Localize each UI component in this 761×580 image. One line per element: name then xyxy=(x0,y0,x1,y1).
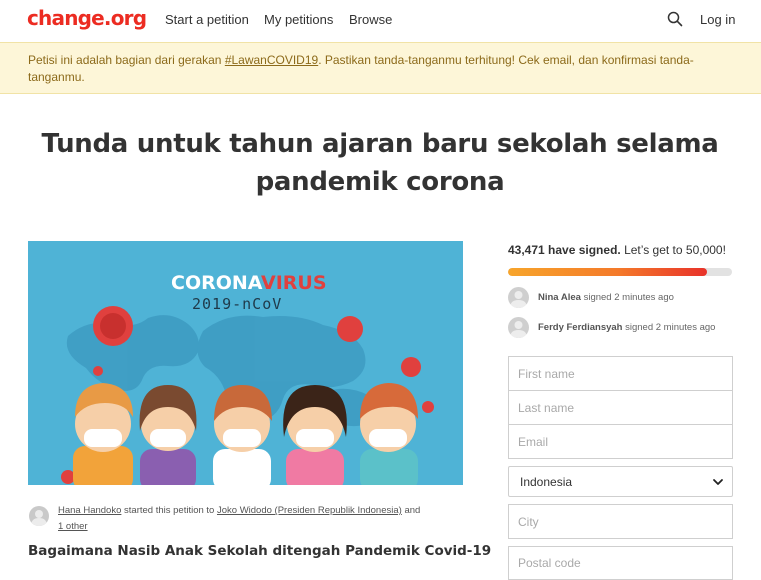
petition-subtitle: Bagaimana Nasib Anak Sekolah ditengah Pa… xyxy=(28,543,492,559)
starter-avatar xyxy=(29,506,49,526)
top-nav: change.org Start a petition My petitions… xyxy=(0,0,761,42)
and-text: and xyxy=(401,505,421,516)
postal-code-field[interactable] xyxy=(508,546,733,580)
others-link[interactable]: 1 other xyxy=(58,521,88,532)
campaign-banner: Petisi ini adalah bagian dari gerakan #L… xyxy=(0,42,761,94)
last-name-field[interactable] xyxy=(508,390,733,425)
nav-browse[interactable]: Browse xyxy=(349,12,392,27)
nav-my-petitions[interactable]: My petitions xyxy=(264,12,333,27)
recent-signer: Nina Alea signed 2 minutes ago xyxy=(508,287,738,309)
nav-start-petition[interactable]: Start a petition xyxy=(165,12,249,27)
starter-name-link[interactable]: Hana Handoko xyxy=(58,505,121,516)
progress-fill xyxy=(508,268,708,276)
country-value: Indonesia xyxy=(520,475,573,489)
avatar-icon xyxy=(510,321,527,338)
country-select[interactable]: Indonesia xyxy=(508,466,733,497)
children-illustration xyxy=(73,383,418,485)
avatar xyxy=(508,317,529,338)
avatar-icon xyxy=(31,510,47,526)
recent-signer-name: Ferdy Ferdiansyah xyxy=(538,322,623,333)
avatar xyxy=(508,287,529,308)
city-field[interactable] xyxy=(508,504,733,539)
search-icon[interactable] xyxy=(667,11,683,27)
login-link[interactable]: Log in xyxy=(700,12,735,27)
banner-text: Petisi ini adalah bagian dari gerakan #L… xyxy=(28,52,708,86)
signature-progress-bar xyxy=(508,268,732,276)
recent-signer-text: Nina Alea signed 2 minutes ago xyxy=(538,292,674,303)
hero-headline-part2: VIRUS xyxy=(261,272,327,294)
recent-signer-action: signed 2 minutes ago xyxy=(622,322,716,333)
hero-headline-part1: CORONA xyxy=(171,272,263,294)
target-link[interactable]: Joko Widodo (Presiden Republik Indonesia… xyxy=(217,505,402,516)
petition-starter-info: Hana Handoko started this petition to Jo… xyxy=(58,503,458,535)
avatar-icon xyxy=(510,291,527,308)
brand-logo[interactable]: change.org xyxy=(27,6,147,30)
hero-subheadline: 2019-nCoV xyxy=(192,295,282,313)
corona-illustration: CORONA VIRUS 2019-nCoV xyxy=(28,241,463,485)
recent-signer-name: Nina Alea xyxy=(538,292,581,303)
recent-signer: Ferdy Ferdiansyah signed 2 minutes ago xyxy=(508,317,738,339)
starter-mid-text: started this petition to xyxy=(121,505,217,516)
signed-count: 43,471 have signed. xyxy=(508,243,621,257)
first-name-field[interactable] xyxy=(508,356,733,391)
banner-text-before: Petisi ini adalah bagian dari gerakan xyxy=(28,53,225,67)
goal-text: Let’s get to 50,000! xyxy=(620,243,726,257)
recent-signer-text: Ferdy Ferdiansyah signed 2 minutes ago xyxy=(538,322,715,333)
signature-count: 43,471 have signed. Let’s get to 50,000! xyxy=(508,243,726,257)
banner-campaign-link[interactable]: #LawanCOVID19 xyxy=(225,53,318,67)
petition-image: CORONA VIRUS 2019-nCoV xyxy=(28,241,463,485)
recent-signer-action: signed 2 minutes ago xyxy=(580,292,674,303)
chevron-down-icon xyxy=(713,479,723,485)
petition-title: Tunda untuk tahun ajaran baru sekolah se… xyxy=(41,129,719,197)
email-field[interactable] xyxy=(508,424,733,459)
